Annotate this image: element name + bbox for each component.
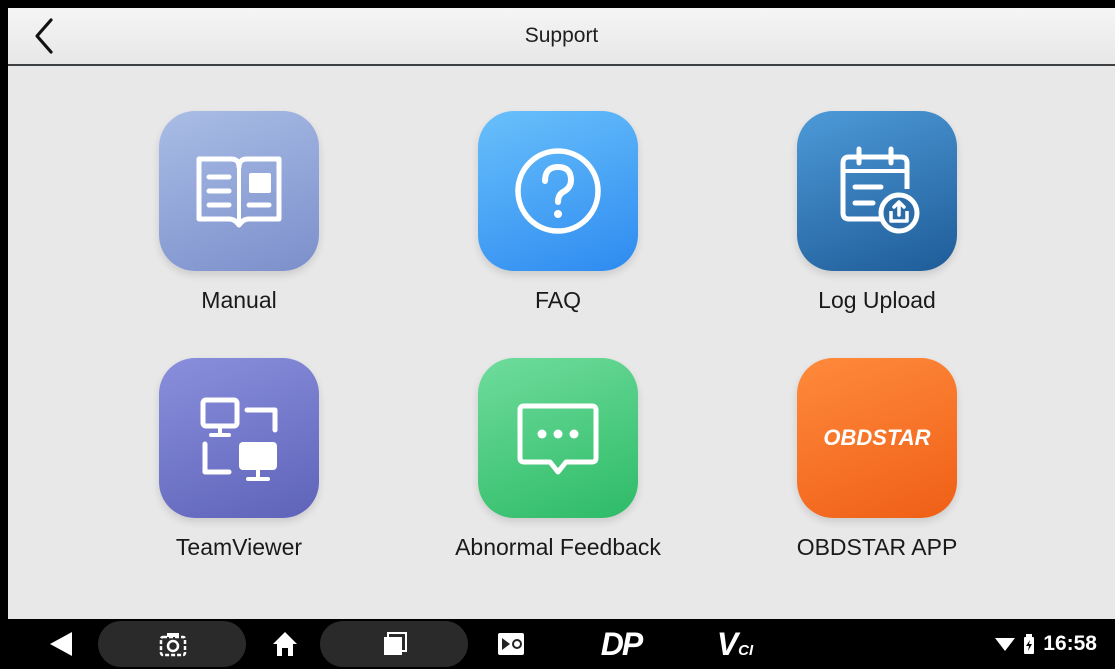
status-time: 16:58: [1043, 632, 1097, 655]
tile-log-upload[interactable]: Log Upload: [757, 111, 997, 331]
faq-app-icon: [478, 111, 638, 271]
title-bar: Support: [8, 8, 1115, 66]
nav-screenshot-button[interactable]: [150, 619, 196, 669]
svg-text:OBDSTAR: OBDSTAR: [823, 425, 930, 450]
tile-obdstar-app[interactable]: OBDSTAR OBDSTAR APP: [757, 358, 997, 578]
book-icon: [196, 156, 282, 228]
tile-manual[interactable]: Manual: [119, 111, 359, 331]
chevron-left-icon: [35, 18, 53, 54]
vci-label: V: [716, 625, 739, 662]
back-triangle-icon: [50, 632, 72, 656]
tile-label: FAQ: [534, 287, 581, 313]
page-title: Support: [524, 24, 599, 47]
obdstar-logo-icon: OBDSTAR: [823, 425, 930, 450]
vci-sub-label: CI: [738, 641, 754, 659]
wifi-icon: [995, 638, 1016, 651]
tile-label: TeamViewer: [175, 534, 303, 560]
question-circle-icon: [515, 148, 601, 234]
back-button[interactable]: [22, 14, 66, 58]
dp-icon: DP: [600, 625, 643, 662]
obdstar-app-icon: OBDSTAR: [797, 358, 957, 518]
tile-label: Log Upload: [818, 287, 936, 313]
nav-vci-button[interactable]: VCI: [700, 619, 770, 669]
support-grid: Manual FAQ Log Upload TeamViewer Abnorma…: [8, 66, 1115, 619]
screenshot-icon: [159, 633, 187, 657]
tile-label: Manual: [201, 287, 277, 313]
log-upload-icon: [840, 146, 920, 234]
nav-back-button[interactable]: [36, 619, 86, 669]
nav-dp-button[interactable]: DP: [586, 619, 656, 669]
quick-tool-icon: [498, 633, 524, 655]
nav-quick-tool-button[interactable]: [488, 619, 534, 669]
tile-label: Abnormal Feedback: [455, 534, 661, 560]
teamviewer-app-icon: [159, 358, 319, 518]
tile-abnormal-feedback[interactable]: Abnormal Feedback: [438, 358, 678, 578]
status-area: 16:58: [995, 619, 1097, 669]
screen: Support Manual FAQ Log Upload TeamViewer…: [0, 0, 1115, 669]
feedback-app-icon: [478, 358, 638, 518]
teamviewer-icon: [200, 397, 278, 481]
home-icon: [273, 632, 297, 656]
recents-icon: [384, 632, 407, 655]
tile-label: OBDSTAR APP: [796, 534, 958, 560]
vci-icon: VCI: [717, 626, 753, 663]
nav-home-button[interactable]: [262, 619, 308, 669]
tile-teamviewer[interactable]: TeamViewer: [119, 358, 359, 578]
tile-faq[interactable]: FAQ: [438, 111, 678, 331]
manual-app-icon: [159, 111, 319, 271]
chat-bubble-icon: [517, 403, 599, 475]
nav-recents-button[interactable]: [372, 619, 418, 669]
battery-icon: [1024, 634, 1035, 654]
log-upload-app-icon: [797, 111, 957, 271]
system-nav-bar: DP VCI 16:58: [0, 619, 1115, 669]
